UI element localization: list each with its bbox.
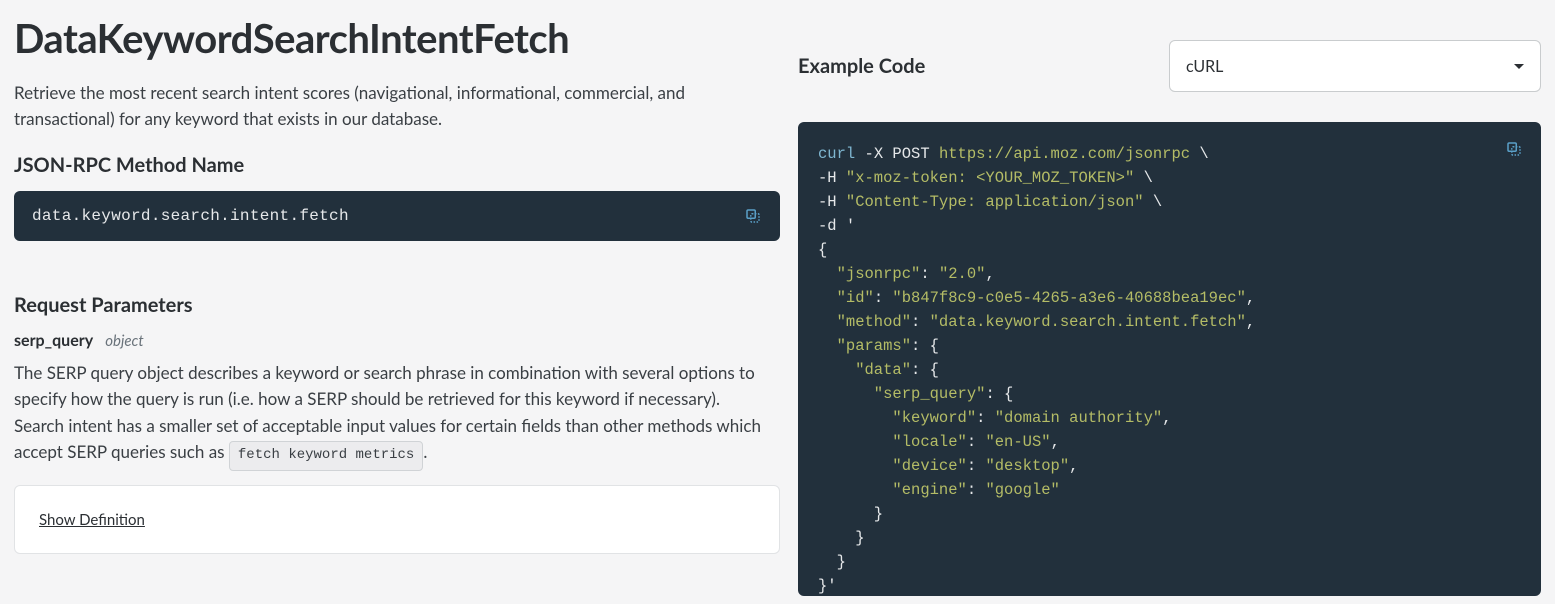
inline-code-fetch-keyword-metrics[interactable]: fetch keyword metrics <box>229 441 423 471</box>
code-token: , <box>1246 289 1255 307</box>
show-definition-link[interactable]: Show Definition <box>39 511 145 529</box>
code-token: curl <box>818 145 855 163</box>
code-token: "id" <box>818 289 874 307</box>
code-token: "domain authority" <box>995 409 1162 427</box>
code-token: , <box>1246 313 1255 331</box>
code-token: "data.keyword.search.intent.fetch" <box>930 313 1246 331</box>
copy-icon[interactable] <box>744 207 762 225</box>
code-token: \ <box>1134 169 1153 187</box>
code-token: "Content-Type: application/json" <box>846 193 1144 211</box>
code-token: https://api.moz.com/jsonrpc <box>939 145 1190 163</box>
method-heading: JSON-RPC Method Name <box>14 153 780 177</box>
code-token: } <box>818 553 846 571</box>
code-token: , <box>985 265 994 283</box>
code-token: : <box>967 481 986 499</box>
method-name-box: data.keyword.search.intent.fetch <box>14 191 780 241</box>
code-token: : <box>911 313 930 331</box>
code-token: : <box>874 289 893 307</box>
page-title: DataKeywordSearchIntentFetch <box>14 14 780 62</box>
code-token: -X POST <box>855 145 939 163</box>
code-token: "2.0" <box>939 265 986 283</box>
code-token: } <box>818 529 865 547</box>
copy-icon[interactable] <box>1505 140 1523 158</box>
code-token: , <box>1162 409 1171 427</box>
code-token: \ <box>1190 145 1209 163</box>
example-code-title: Example Code <box>798 54 925 78</box>
doc-left-column: DataKeywordSearchIntentFetch Retrieve th… <box>0 0 798 604</box>
code-token: : <box>967 457 986 475</box>
page-description: Retrieve the most recent search intent s… <box>14 80 754 131</box>
code-token: "engine" <box>818 481 967 499</box>
code-token: { <box>818 241 827 259</box>
code-token: "keyword" <box>818 409 976 427</box>
chevron-down-icon <box>1514 64 1524 69</box>
param-type: object <box>105 332 143 350</box>
code-token: "serp_query" <box>818 385 985 403</box>
definition-card: Show Definition <box>14 485 780 554</box>
param-desc-part2: . <box>423 441 427 462</box>
doc-right-column: Example Code cURL curl -X POST https://a… <box>798 0 1555 604</box>
code-token: \ <box>1144 193 1163 211</box>
code-token: : { <box>985 385 1013 403</box>
code-token: }' <box>818 577 837 595</box>
code-token: "en-US" <box>985 433 1050 451</box>
code-token: -d ' <box>818 217 855 235</box>
code-content: curl -X POST https://api.moz.com/jsonrpc… <box>818 142 1521 596</box>
code-token: : <box>976 409 995 427</box>
code-token: "desktop" <box>985 457 1069 475</box>
code-token: "jsonrpc" <box>818 265 920 283</box>
code-token: "params" <box>818 337 911 355</box>
code-token: , <box>1069 457 1078 475</box>
code-token: -H <box>818 169 846 187</box>
code-token: "x-moz-token: <YOUR_MOZ_TOKEN>" <box>846 169 1134 187</box>
param-description: The SERP query object describes a keywor… <box>14 360 764 471</box>
code-token: "google" <box>985 481 1059 499</box>
code-token: "method" <box>818 313 911 331</box>
param-header: serp_query object <box>14 331 780 350</box>
code-token: } <box>818 505 883 523</box>
code-token: : { <box>911 361 939 379</box>
example-code-block: curl -X POST https://api.moz.com/jsonrpc… <box>798 122 1541 596</box>
code-token: "device" <box>818 457 967 475</box>
language-selected: cURL <box>1186 57 1223 76</box>
code-token: : <box>920 265 939 283</box>
language-select[interactable]: cURL <box>1169 40 1541 92</box>
code-token: : <box>967 433 986 451</box>
code-token: : { <box>911 337 939 355</box>
params-heading: Request Parameters <box>14 293 780 317</box>
code-token: , <box>1051 433 1060 451</box>
code-token: "data" <box>818 361 911 379</box>
code-token: -H <box>818 193 846 211</box>
method-name: data.keyword.search.intent.fetch <box>32 207 349 225</box>
param-name: serp_query <box>14 331 93 350</box>
code-token: "b847f8c9-c0e5-4265-a3e6-40688bea19ec" <box>892 289 1245 307</box>
code-token: "locale" <box>818 433 967 451</box>
